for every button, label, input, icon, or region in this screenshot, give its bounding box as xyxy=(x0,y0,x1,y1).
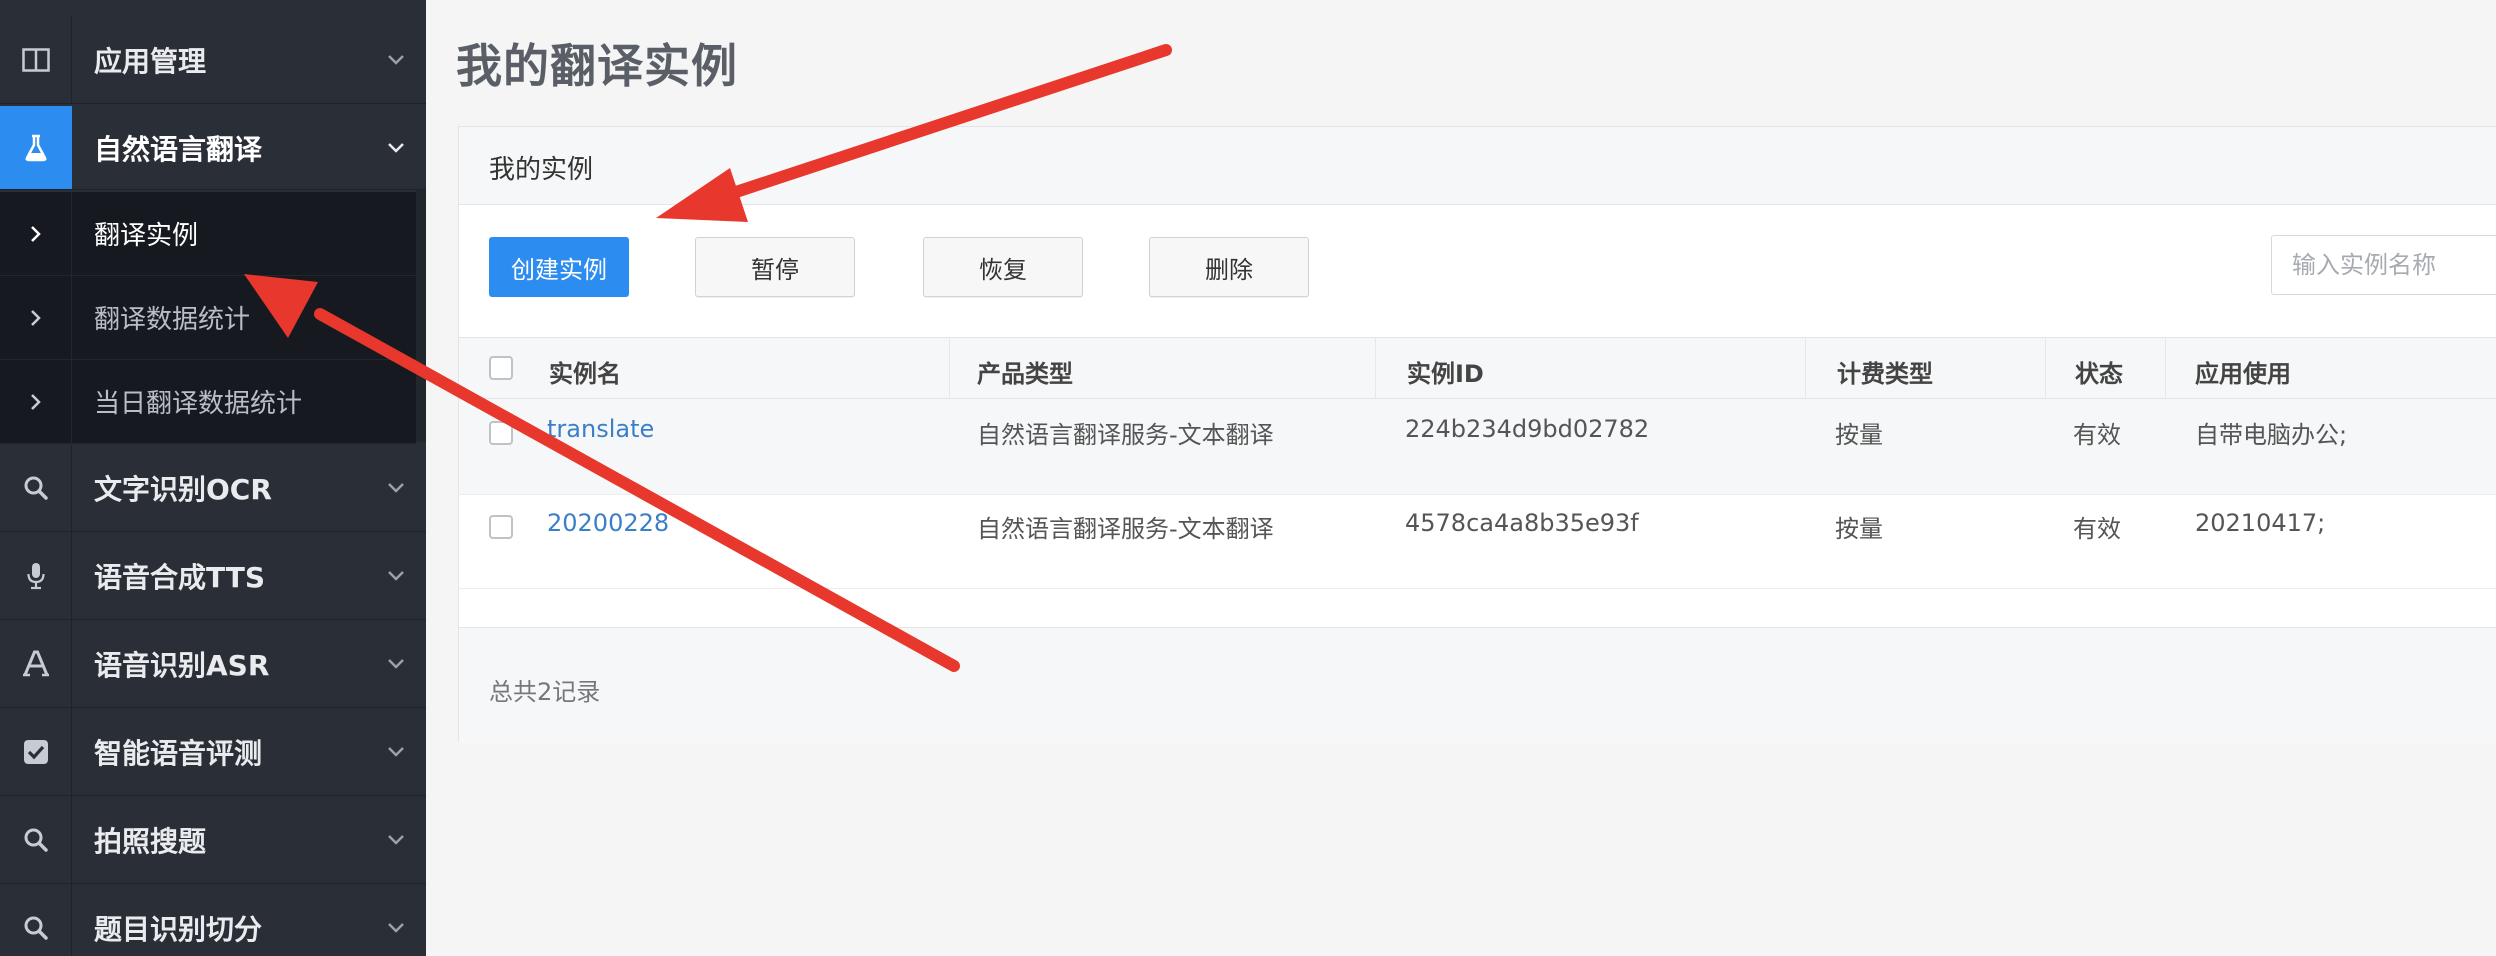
sidebar-item-label: 自然语言翻译 xyxy=(94,132,263,166)
column-header: 实例名 xyxy=(549,360,621,388)
sidebar-subitem-translation-instances[interactable]: 翻译实例 xyxy=(0,192,416,276)
instance-search-input[interactable] xyxy=(2271,235,2496,295)
column-divider xyxy=(1375,338,1376,400)
chevron-down-icon xyxy=(366,142,426,154)
table-header: 实例名 产品类型 实例ID 计费类型 状态 应用使用 xyxy=(459,337,2496,400)
sidebar-item-label: 拍照搜题 xyxy=(94,824,207,858)
sidebar-item-label: 智能语音评测 xyxy=(94,736,263,770)
sidebar-item-label: 应用管理 xyxy=(94,44,207,78)
table-row: translate 自然语言翻译服务-文本翻译 224b234d9bd02782… xyxy=(459,399,2496,495)
table-footer: 总共2记录 xyxy=(459,627,2496,743)
column-header: 产品类型 xyxy=(977,360,1073,388)
create-instance-button[interactable]: 创建实例 xyxy=(489,237,629,297)
sidebar-item-nlp-translation[interactable]: 自然语言翻译 xyxy=(0,106,426,190)
chevron-down-icon xyxy=(366,570,426,582)
app-usage-cell: 自带电脑办公; xyxy=(2195,421,2348,449)
chevron-down-icon xyxy=(366,54,426,66)
billing-type-cell: 按量 xyxy=(1835,515,1883,543)
row-checkbox[interactable] xyxy=(489,421,513,445)
flask-icon xyxy=(0,106,72,189)
sidebar-subitem-label: 翻译数据统计 xyxy=(94,305,251,335)
sidebar-item-label: 语音合成TTS xyxy=(94,560,266,594)
row-checkbox[interactable] xyxy=(489,515,513,539)
page-title: 我的翻译实例 xyxy=(456,39,738,93)
column-divider xyxy=(1805,338,1806,400)
microphone-icon xyxy=(0,532,72,619)
instance-id-cell: 4578ca4a8b35e93f xyxy=(1405,509,1639,537)
instances-panel: 我的实例 创建实例 暂停 恢复 删除 实例名 产品类型 实例ID 计费类型 状态… xyxy=(458,126,2496,743)
column-header: 状态 xyxy=(2075,360,2123,388)
sidebar: 应用管理 自然语言翻译 翻译实例 翻译数据统计 当日翻译数据统计 文字识别OCR… xyxy=(0,0,426,956)
product-type-cell: 自然语言翻译服务-文本翻译 xyxy=(977,515,1274,543)
sidebar-item-speech-evaluation[interactable]: 智能语音评测 xyxy=(0,708,426,796)
chevron-down-icon xyxy=(366,658,426,670)
column-header: 计费类型 xyxy=(1837,360,1933,388)
search-icon xyxy=(0,444,72,531)
pause-button[interactable]: 暂停 xyxy=(695,237,855,297)
chevron-right-icon xyxy=(0,192,72,275)
table-row: 20200228 自然语言翻译服务-文本翻译 4578ca4a8b35e93f … xyxy=(459,495,2496,589)
column-header: 应用使用 xyxy=(2195,360,2291,388)
sidebar-subitem-label: 翻译实例 xyxy=(94,221,199,251)
instance-id-cell: 224b234d9bd02782 xyxy=(1405,415,1650,443)
sidebar-item-label: 文字识别OCR xyxy=(94,472,272,506)
instance-name-link[interactable]: translate xyxy=(547,415,654,443)
sidebar-item-app-management[interactable]: 应用管理 xyxy=(0,16,426,104)
search-icon xyxy=(0,796,72,883)
column-divider xyxy=(2045,338,2046,400)
delete-button[interactable]: 删除 xyxy=(1149,237,1309,297)
column-divider xyxy=(949,338,950,400)
font-a-icon xyxy=(0,620,72,707)
sidebar-subitem-translation-statistics[interactable]: 翻译数据统计 xyxy=(0,276,416,360)
submenu-rail xyxy=(416,190,426,442)
checkbox-icon xyxy=(0,708,72,795)
resume-button[interactable]: 恢复 xyxy=(923,237,1083,297)
columns-icon xyxy=(0,16,72,103)
sidebar-item-label: 题目识别切分 xyxy=(94,912,263,946)
column-divider xyxy=(2165,338,2166,400)
column-header: 实例ID xyxy=(1407,360,1484,388)
billing-type-cell: 按量 xyxy=(1835,421,1883,449)
app-usage-cell: 20210417; xyxy=(2195,509,2326,537)
select-all-checkbox[interactable] xyxy=(489,356,513,380)
panel-header: 我的实例 xyxy=(459,127,2496,205)
chevron-right-icon xyxy=(0,276,72,359)
sidebar-item-asr[interactable]: 语音识别ASR xyxy=(0,620,426,708)
chevron-down-icon xyxy=(366,746,426,758)
status-cell: 有效 xyxy=(2073,421,2121,449)
sidebar-item-ocr[interactable]: 文字识别OCR xyxy=(0,444,426,532)
sidebar-item-question-segmentation[interactable]: 题目识别切分 xyxy=(0,884,426,956)
chevron-down-icon xyxy=(366,922,426,934)
sidebar-item-tts[interactable]: 语音合成TTS xyxy=(0,532,426,620)
sidebar-item-photo-search[interactable]: 拍照搜题 xyxy=(0,796,426,884)
panel-title: 我的实例 xyxy=(489,155,594,185)
product-type-cell: 自然语言翻译服务-文本翻译 xyxy=(977,421,1274,449)
chevron-down-icon xyxy=(366,482,426,494)
search-icon xyxy=(0,884,72,956)
chevron-down-icon xyxy=(366,834,426,846)
record-count: 总共2记录 xyxy=(489,678,601,706)
sidebar-subitem-daily-translation-statistics[interactable]: 当日翻译数据统计 xyxy=(0,360,416,444)
chevron-right-icon xyxy=(0,360,72,443)
instance-name-link[interactable]: 20200228 xyxy=(547,509,669,537)
sidebar-item-label: 语音识别ASR xyxy=(94,648,270,682)
status-cell: 有效 xyxy=(2073,515,2121,543)
sidebar-subitem-label: 当日翻译数据统计 xyxy=(94,389,303,419)
